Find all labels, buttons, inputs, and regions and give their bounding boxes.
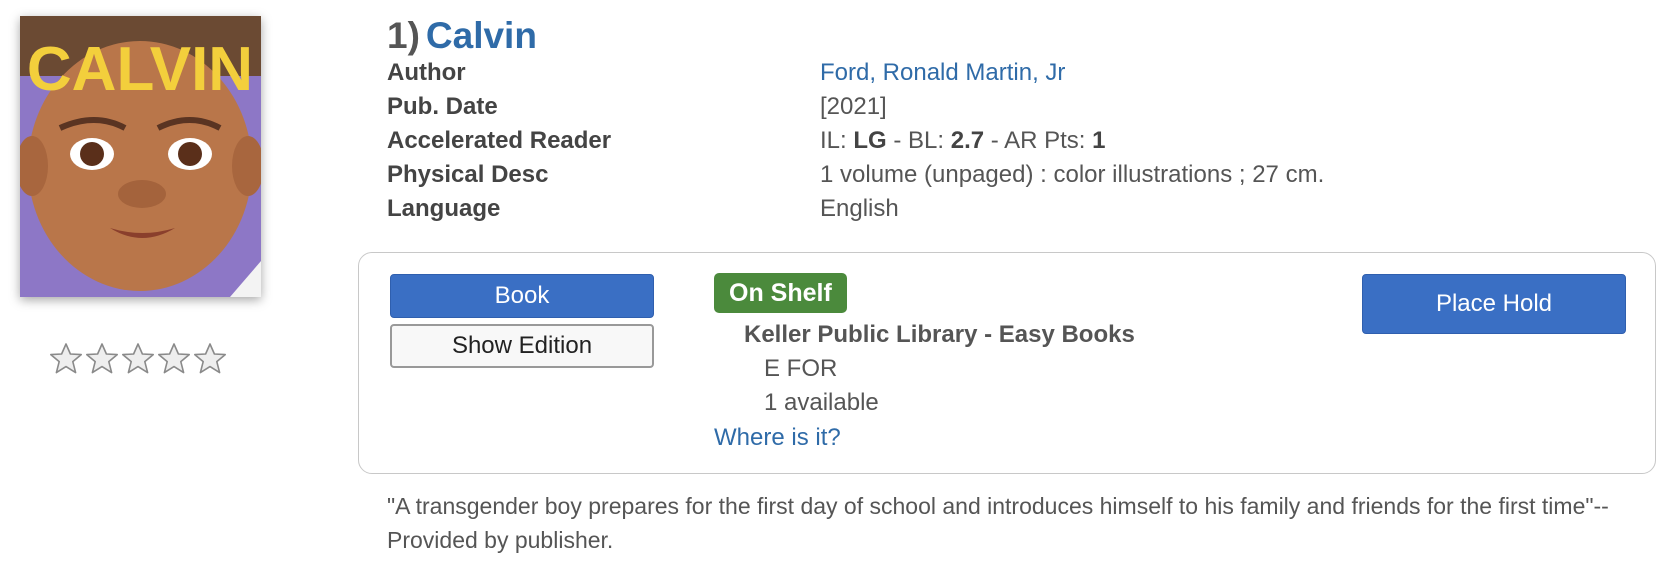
- il-value: LG: [853, 127, 887, 154]
- il-label: IL:: [820, 127, 847, 154]
- physical-desc-value: 1 volume (unpaged) : color illustrations…: [820, 161, 1325, 188]
- place-hold-button[interactable]: Place Hold: [1362, 274, 1626, 334]
- language-label: Language: [387, 195, 501, 222]
- call-number: E FOR: [764, 355, 838, 382]
- star-icon[interactable]: [157, 342, 191, 376]
- language-value: English: [820, 195, 899, 222]
- pub-date-value: [2021]: [820, 93, 887, 120]
- star-icon[interactable]: [49, 342, 83, 376]
- ar-points-value: 1: [1092, 127, 1106, 154]
- show-edition-button[interactable]: Show Edition: [390, 324, 654, 368]
- star-icon[interactable]: [121, 342, 155, 376]
- accelerated-reader-label: Accelerated Reader: [387, 127, 612, 154]
- book-cover-image[interactable]: CALVIN: [20, 16, 261, 297]
- holdings-panel: Book Show Edition On Shelf Keller Public…: [358, 252, 1656, 474]
- cover-title-text: CALVIN: [27, 35, 253, 104]
- format-book-button[interactable]: Book: [390, 274, 654, 318]
- physical-desc-label: Physical Desc: [387, 161, 549, 188]
- result-number: 1): [387, 15, 420, 56]
- ar-points-label: - AR Pts:: [990, 127, 1086, 154]
- bl-label: - BL:: [893, 127, 945, 154]
- result-title: 1) Calvin: [387, 14, 537, 58]
- title-link[interactable]: Calvin: [426, 15, 537, 56]
- star-icon[interactable]: [85, 342, 119, 376]
- availability-count: 1 available: [764, 389, 879, 416]
- pub-date-label: Pub. Date: [387, 93, 498, 120]
- where-is-it-link[interactable]: Where is it?: [714, 424, 841, 452]
- author-link[interactable]: Ford, Ronald Martin, Jr: [820, 59, 1065, 86]
- author-label: Author: [387, 59, 466, 86]
- star-icon[interactable]: [193, 342, 227, 376]
- library-location: Keller Public Library - Easy Books: [744, 321, 1135, 348]
- bl-value: 2.7: [950, 127, 985, 154]
- accelerated-reader-value: IL: LG - BL: 2.7 - AR Pts: 1: [820, 124, 1105, 158]
- book-summary: "A transgender boy prepares for the firs…: [387, 493, 1609, 553]
- status-badge: On Shelf: [714, 273, 847, 313]
- star-rating[interactable]: [49, 342, 227, 376]
